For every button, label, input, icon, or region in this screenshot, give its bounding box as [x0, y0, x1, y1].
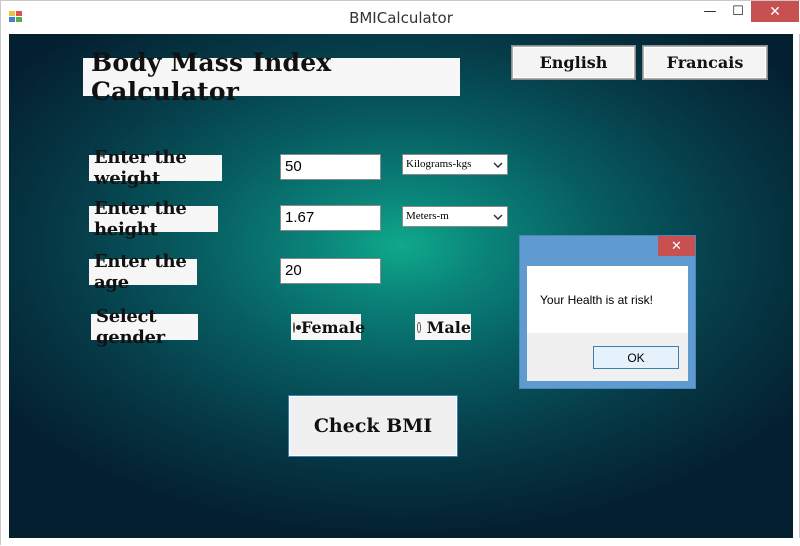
weight-unit-select[interactable]: Kilograms-kgs [402, 154, 508, 175]
window-title: BMICalculator [349, 9, 453, 27]
close-button[interactable]: ✕ [751, 1, 799, 22]
message-box-footer: OK [527, 333, 688, 381]
weight-label: Enter the weight [89, 147, 222, 189]
radio-checked-icon [293, 321, 301, 333]
male-radio[interactable]: Male [415, 314, 471, 340]
weight-unit-value: Kilograms-kgs [406, 158, 472, 170]
maximize-icon: ☐ [732, 4, 744, 19]
chevron-down-icon [490, 208, 505, 225]
ok-button[interactable]: OK [593, 346, 679, 369]
close-icon: ✕ [769, 3, 781, 20]
title-bar[interactable]: BMICalculator — ☐ ✕ [1, 1, 800, 34]
radio-unchecked-icon [417, 321, 421, 333]
female-radio[interactable]: Female [291, 314, 365, 340]
male-radio-label: Male [426, 317, 471, 337]
age-label: Enter the age [89, 251, 197, 293]
minimize-icon: — [703, 4, 717, 19]
minimize-button[interactable]: — [695, 1, 725, 22]
height-unit-value: Meters-m [406, 210, 449, 222]
french-button[interactable]: Francais [643, 46, 767, 79]
height-unit-select[interactable]: Meters-m [402, 206, 508, 227]
height-input[interactable]: 1.67 [280, 205, 381, 231]
close-icon: ✕ [671, 238, 682, 254]
message-text: Your Health is at risk! [540, 293, 653, 307]
message-box-body: Your Health is at risk! [527, 266, 688, 333]
height-label: Enter the height [89, 198, 218, 240]
female-radio-label: Female [301, 317, 366, 337]
gender-label: Select gender [91, 306, 198, 348]
maximize-button[interactable]: ☐ [723, 1, 753, 22]
weight-input[interactable]: 50 [280, 154, 381, 180]
chevron-down-icon [490, 156, 505, 173]
app-title: Body Mass Index Calculator [83, 48, 460, 106]
message-box: ✕ Your Health is at risk! OK [519, 235, 696, 389]
age-input[interactable]: 20 [280, 258, 381, 284]
english-button[interactable]: English [512, 46, 635, 79]
app-window: BMICalculator — ☐ ✕ Body Mass Index Calc… [0, 0, 800, 546]
check-bmi-button[interactable]: Check BMI [288, 395, 458, 457]
message-box-close-button[interactable]: ✕ [658, 236, 695, 256]
